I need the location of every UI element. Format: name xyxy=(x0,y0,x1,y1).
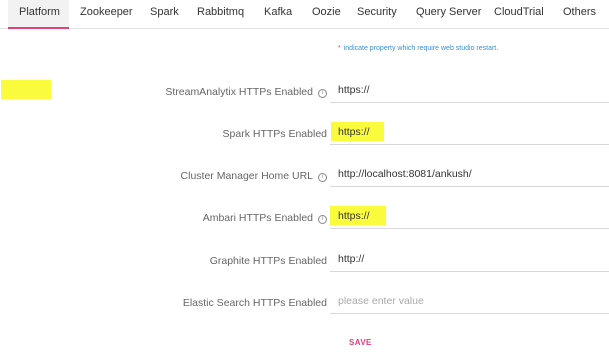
tab-label: Platform xyxy=(19,6,60,18)
ambari-https-label: Ambari HTTPs Enabled i xyxy=(203,212,327,224)
elastic-search-https-label: Elastic Search HTTPs Enabled xyxy=(183,297,327,309)
tab-query-server[interactable]: Query Server xyxy=(416,0,481,27)
tab-oozie[interactable]: Oozie xyxy=(312,0,341,27)
field-label: Cluster Manager Home URL xyxy=(180,170,313,182)
info-icon[interactable]: i xyxy=(318,173,327,182)
tab-kafka[interactable]: Kafka xyxy=(264,0,292,27)
save-button[interactable]: SAVE xyxy=(349,338,372,347)
highlight-mark xyxy=(1,80,51,99)
streamanalytix-https-input[interactable] xyxy=(338,80,598,100)
elastic-search-https-input[interactable] xyxy=(338,291,598,311)
tab-bar: Platform Zookeeper Spark Rabbitmq Kafka … xyxy=(0,0,609,29)
info-icon[interactable]: i xyxy=(318,215,327,224)
streamanalytix-https-field[interactable] xyxy=(1,80,609,103)
spark-https-label: Spark HTTPs Enabled xyxy=(223,128,327,140)
ambari-https-input[interactable] xyxy=(338,206,598,226)
graphite-https-label: Graphite HTTPs Enabled xyxy=(210,255,327,267)
info-icon[interactable]: i xyxy=(318,89,327,98)
cluster-manager-url-input[interactable] xyxy=(338,164,598,184)
elastic-search-https-field[interactable] xyxy=(330,291,609,314)
required-star: * xyxy=(338,45,341,52)
tab-others[interactable]: Others xyxy=(563,0,596,27)
restart-note: * indicate property which require web stu… xyxy=(338,45,498,52)
ambari-https-field[interactable] xyxy=(330,206,609,229)
field-label: Elastic Search HTTPs Enabled xyxy=(182,297,327,309)
tab-security[interactable]: Security xyxy=(357,0,397,27)
graphite-https-field[interactable] xyxy=(330,249,609,272)
field-label: Spark HTTPs Enabled xyxy=(222,128,327,140)
streamanalytix-https-label: StreamAnalytix HTTPs Enabled i xyxy=(165,86,327,98)
cluster-manager-url-field[interactable] xyxy=(330,164,609,187)
field-label: StreamAnalytix HTTPs Enabled xyxy=(165,86,313,98)
tab-rabbitmq[interactable]: Rabbitmq xyxy=(197,0,244,27)
tab-zookeeper[interactable]: Zookeeper xyxy=(80,0,133,27)
spark-https-field[interactable] xyxy=(330,122,609,145)
tab-spark[interactable]: Spark xyxy=(150,0,179,27)
field-label: Graphite HTTPs Enabled xyxy=(209,255,327,267)
field-label: Ambari HTTPs Enabled xyxy=(202,212,313,224)
restart-note-text: indicate property which require web stud… xyxy=(343,45,499,52)
tab-cloudtrial[interactable]: CloudTrial xyxy=(494,0,544,27)
tab-platform[interactable]: Platform xyxy=(8,0,69,29)
graphite-https-input[interactable] xyxy=(338,249,598,269)
spark-https-input[interactable] xyxy=(338,122,598,142)
cluster-manager-url-label: Cluster Manager Home URL i xyxy=(181,170,327,182)
